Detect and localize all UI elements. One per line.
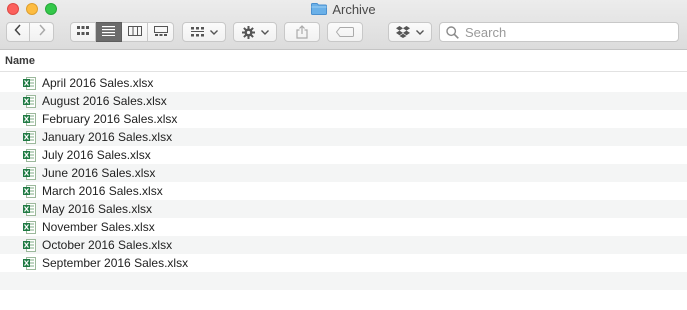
chevron-down-icon (209, 29, 218, 35)
file-row[interactable]: January 2016 Sales.xlsx (0, 128, 687, 146)
window-title-bar: Archive (0, 1, 687, 17)
folder-icon (311, 3, 328, 15)
list-view-button[interactable] (96, 22, 122, 42)
window-title: Archive (332, 1, 376, 17)
name-column-label: Name (5, 54, 35, 67)
file-row[interactable]: June 2016 Sales.xlsx (0, 164, 687, 182)
file-row[interactable]: April 2016 Sales.xlsx (0, 74, 687, 92)
excel-file-icon (23, 166, 36, 180)
chevron-right-icon (38, 23, 46, 41)
search-icon (446, 25, 459, 39)
empty-row (0, 290, 687, 308)
file-name: January 2016 Sales.xlsx (42, 130, 173, 144)
nav-buttons (6, 22, 54, 42)
file-name: June 2016 Sales.xlsx (42, 166, 156, 180)
file-row[interactable]: August 2016 Sales.xlsx (0, 92, 687, 110)
file-name: July 2016 Sales.xlsx (42, 148, 151, 162)
file-name: May 2016 Sales.xlsx (42, 202, 153, 216)
excel-file-icon (23, 94, 36, 108)
excel-file-icon (23, 148, 36, 162)
file-row[interactable]: May 2016 Sales.xlsx (0, 200, 687, 218)
excel-file-icon (23, 112, 36, 126)
list-view-icon (102, 23, 115, 41)
excel-file-icon (23, 256, 36, 270)
gear-icon (241, 25, 255, 39)
file-name: September 2016 Sales.xlsx (42, 256, 189, 270)
file-name: March 2016 Sales.xlsx (42, 184, 163, 198)
file-list: April 2016 Sales.xlsx August 2016 Sales.x… (0, 74, 687, 308)
gallery-view-icon (153, 23, 168, 41)
column-view-icon (127, 23, 142, 41)
chevron-down-icon (260, 29, 269, 35)
excel-file-icon (23, 238, 36, 252)
file-row[interactable]: March 2016 Sales.xlsx (0, 182, 687, 200)
excel-file-icon (23, 76, 36, 90)
forward-button[interactable] (30, 22, 54, 42)
dropbox-button[interactable] (388, 22, 432, 42)
share-icon (296, 25, 308, 39)
file-name: October 2016 Sales.xlsx (42, 238, 173, 252)
name-column-header[interactable]: Name (0, 50, 687, 72)
tag-button[interactable] (327, 22, 363, 42)
chevron-left-icon (14, 23, 22, 41)
chevron-down-icon (416, 29, 424, 35)
file-row[interactable]: February 2016 Sales.xlsx (0, 110, 687, 128)
column-view-button[interactable] (122, 22, 148, 42)
dropbox-icon (396, 26, 410, 38)
gallery-view-button[interactable] (148, 22, 174, 42)
excel-file-icon (23, 184, 36, 198)
icon-view-button[interactable] (70, 22, 96, 42)
tag-icon (336, 27, 354, 37)
window-toolbar: Archive (0, 0, 687, 50)
search-field[interactable] (439, 22, 679, 42)
file-name: August 2016 Sales.xlsx (42, 94, 167, 108)
file-name: April 2016 Sales.xlsx (42, 76, 154, 90)
file-name: November Sales.xlsx (42, 220, 155, 234)
group-by-button[interactable] (182, 22, 226, 42)
empty-row (0, 272, 687, 290)
file-row[interactable]: September 2016 Sales.xlsx (0, 254, 687, 272)
file-row[interactable]: October 2016 Sales.xlsx (0, 236, 687, 254)
file-name: February 2016 Sales.xlsx (42, 112, 178, 126)
excel-file-icon (23, 202, 36, 216)
action-button[interactable] (233, 22, 277, 42)
excel-file-icon (23, 220, 36, 234)
group-grid-icon (190, 27, 204, 37)
excel-file-icon (23, 130, 36, 144)
file-row[interactable]: November Sales.xlsx (0, 218, 687, 236)
file-row[interactable]: July 2016 Sales.xlsx (0, 146, 687, 164)
share-button[interactable] (284, 22, 320, 42)
view-mode-control (70, 22, 174, 42)
icon-view-icon (77, 23, 89, 41)
back-button[interactable] (6, 22, 30, 42)
search-input[interactable] (465, 24, 665, 40)
